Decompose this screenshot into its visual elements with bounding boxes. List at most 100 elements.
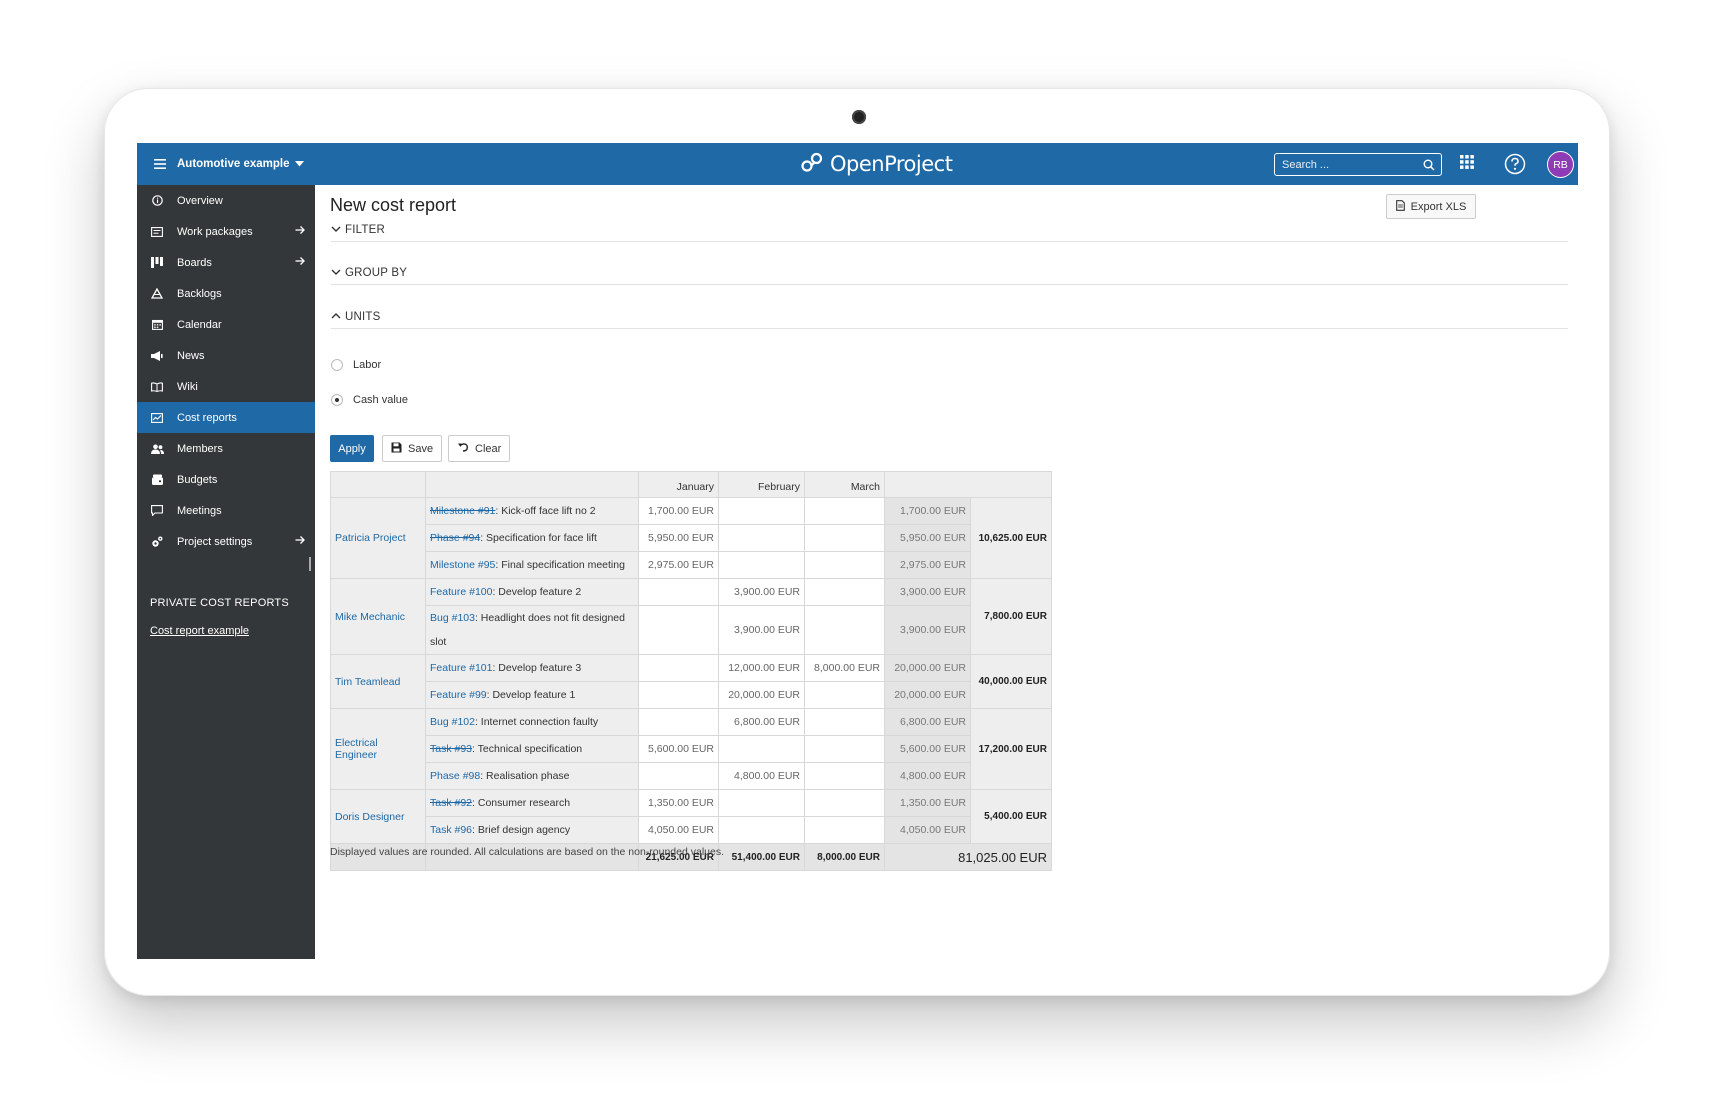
work-package-link[interactable]: Bug #103 bbox=[430, 612, 475, 624]
work-package-title: : Realisation phase bbox=[480, 770, 570, 782]
sidebar-item-cost-reports[interactable]: Cost reports bbox=[137, 402, 315, 433]
sidebar-item-label: Calendar bbox=[177, 318, 222, 331]
unit-option-cash-value[interactable]: Cash value bbox=[331, 394, 408, 406]
work-package-title: : Final specification meeting bbox=[495, 559, 625, 571]
sidebar-item-backlogs[interactable]: Backlogs bbox=[137, 278, 315, 309]
cell-february: 3,900.00 EUR bbox=[718, 605, 805, 655]
group-name[interactable]: Patricia Project bbox=[330, 497, 426, 579]
work-package-link[interactable]: Phase #94 bbox=[430, 532, 480, 544]
cell-february: 20,000.00 EUR bbox=[718, 681, 805, 709]
settings-icon bbox=[150, 535, 164, 549]
cell-february: 3,900.00 EUR bbox=[718, 578, 805, 606]
group-name[interactable]: Tim Teamlead bbox=[330, 654, 426, 709]
sidebar-item-label: News bbox=[177, 349, 205, 362]
sidebar-scroll-handle[interactable] bbox=[309, 557, 311, 571]
sidebar-item-budgets[interactable]: Budgets bbox=[137, 464, 315, 495]
group-name[interactable]: Doris Designer bbox=[330, 789, 426, 844]
arrow-right-icon[interactable] bbox=[295, 225, 305, 238]
work-package-link[interactable]: Task #96 bbox=[430, 824, 472, 836]
backlogs-icon bbox=[150, 287, 164, 301]
cell-february bbox=[718, 497, 805, 525]
sidebar-item-label: Overview bbox=[177, 194, 223, 207]
cost-reports-icon bbox=[150, 411, 164, 425]
work-package-link[interactable]: Task #93 bbox=[430, 743, 472, 755]
group-name[interactable]: Mike Mechanic bbox=[330, 578, 426, 655]
row-total: 5,950.00 EUR bbox=[884, 524, 971, 552]
table-row: Tim Teamlead Feature #101: Develop featur… bbox=[330, 654, 1052, 709]
work-package-cell: Bug #102: Internet connection faulty bbox=[425, 708, 639, 736]
arrow-right-icon[interactable] bbox=[295, 256, 305, 269]
search-input[interactable] bbox=[1282, 158, 1422, 171]
table-header-row: January February March bbox=[330, 471, 1052, 498]
cell-january: 5,600.00 EUR bbox=[638, 735, 719, 763]
search-icon[interactable] bbox=[1423, 158, 1435, 176]
work-package-cell: Task #92: Consumer research bbox=[425, 789, 639, 817]
clear-label: Clear bbox=[475, 442, 502, 455]
row-total: 20,000.00 EUR bbox=[884, 654, 971, 682]
apply-button[interactable]: Apply bbox=[330, 435, 374, 462]
sidebar-item-wiki[interactable]: Wiki bbox=[137, 371, 315, 402]
sidebar-item-label: Budgets bbox=[177, 473, 218, 486]
cash-value-radio[interactable] bbox=[331, 394, 343, 406]
hamburger-menu-icon[interactable] bbox=[149, 153, 171, 175]
sidebar-item-work-packages[interactable]: Work packages bbox=[137, 216, 315, 247]
sidebar-item-boards[interactable]: Boards bbox=[137, 247, 315, 278]
project-selector[interactable]: Automotive example bbox=[177, 143, 305, 185]
arrow-right-icon[interactable] bbox=[295, 535, 305, 548]
calendar-icon bbox=[150, 318, 164, 332]
sidebar-item-meetings[interactable]: Meetings bbox=[137, 495, 315, 526]
cell-february: 4,800.00 EUR bbox=[718, 762, 805, 790]
sidebar-item-overview[interactable]: Overview bbox=[137, 185, 315, 216]
cell-january: 2,975.00 EUR bbox=[638, 551, 719, 579]
cell-march bbox=[804, 762, 885, 790]
cost-report-example-link[interactable]: Cost report example bbox=[150, 625, 249, 637]
cell-february: 12,000.00 EUR bbox=[718, 654, 805, 682]
search-box[interactable] bbox=[1274, 153, 1442, 176]
header-spacer bbox=[884, 471, 1052, 498]
cell-march bbox=[804, 524, 885, 552]
work-package-link[interactable]: Task #92 bbox=[430, 797, 472, 809]
page-title: New cost report bbox=[330, 195, 457, 215]
work-package-title: : Kick-off face lift no 2 bbox=[495, 505, 596, 517]
cell-march bbox=[804, 551, 885, 579]
units-section-toggle[interactable]: UNITS bbox=[331, 311, 1568, 329]
work-package-link[interactable]: Phase #98 bbox=[430, 770, 480, 782]
user-avatar[interactable]: RB bbox=[1547, 151, 1574, 178]
sidebar-item-members[interactable]: Members bbox=[137, 433, 315, 464]
work-package-link[interactable]: Bug #102 bbox=[430, 716, 475, 728]
work-package-link[interactable]: Feature #100 bbox=[430, 586, 492, 598]
export-xls-button[interactable]: Export XLS bbox=[1386, 194, 1476, 219]
cell-january bbox=[638, 578, 719, 606]
group-by-section-toggle[interactable]: GROUP BY bbox=[331, 267, 1568, 285]
help-icon[interactable] bbox=[1504, 153, 1526, 180]
sidebar-item-news[interactable]: News bbox=[137, 340, 315, 371]
sidebar: Overview Work packages Boards Backlogs Calen… bbox=[137, 185, 315, 959]
sidebar-item-project-settings[interactable]: Project settings bbox=[137, 526, 315, 557]
modules-grid-icon[interactable] bbox=[1460, 155, 1474, 174]
device-mockup: Automotive example OpenProject Search ..… bbox=[0, 0, 1710, 1110]
group-total: 40,000.00 EUR bbox=[970, 654, 1052, 709]
unit-option-labor[interactable]: Labor bbox=[331, 359, 381, 371]
labor-radio[interactable] bbox=[331, 359, 343, 371]
clear-button[interactable]: Clear bbox=[448, 435, 511, 462]
filter-section-toggle[interactable]: FILTER bbox=[331, 224, 1568, 242]
save-button[interactable]: Save bbox=[382, 435, 443, 462]
work-package-link[interactable]: Milestone #91 bbox=[430, 505, 495, 517]
table-row: Mike Mechanic Feature #100: Develop featu… bbox=[330, 578, 1052, 655]
logo-mark-icon bbox=[800, 151, 824, 178]
sidebar-item-label: Work packages bbox=[177, 225, 253, 238]
work-package-link[interactable]: Feature #99 bbox=[430, 689, 487, 701]
work-package-title: : Internet connection faulty bbox=[474, 716, 599, 728]
openproject-logo[interactable]: OpenProject bbox=[800, 149, 953, 179]
work-package-title: : Consumer research bbox=[472, 797, 571, 809]
total-march: 8,000.00 EUR bbox=[804, 843, 885, 871]
row-total: 6,800.00 EUR bbox=[884, 708, 971, 736]
cash-value-label: Cash value bbox=[353, 394, 409, 406]
work-packages-icon bbox=[150, 225, 164, 239]
work-package-link[interactable]: Feature #101 bbox=[430, 662, 492, 674]
work-package-link[interactable]: Milestone #95 bbox=[430, 559, 495, 571]
header-spacer bbox=[425, 471, 639, 498]
work-package-cell: Phase #98: Realisation phase bbox=[425, 762, 639, 790]
group-name[interactable]: Electrical Engineer bbox=[330, 708, 426, 790]
sidebar-item-calendar[interactable]: Calendar bbox=[137, 309, 315, 340]
